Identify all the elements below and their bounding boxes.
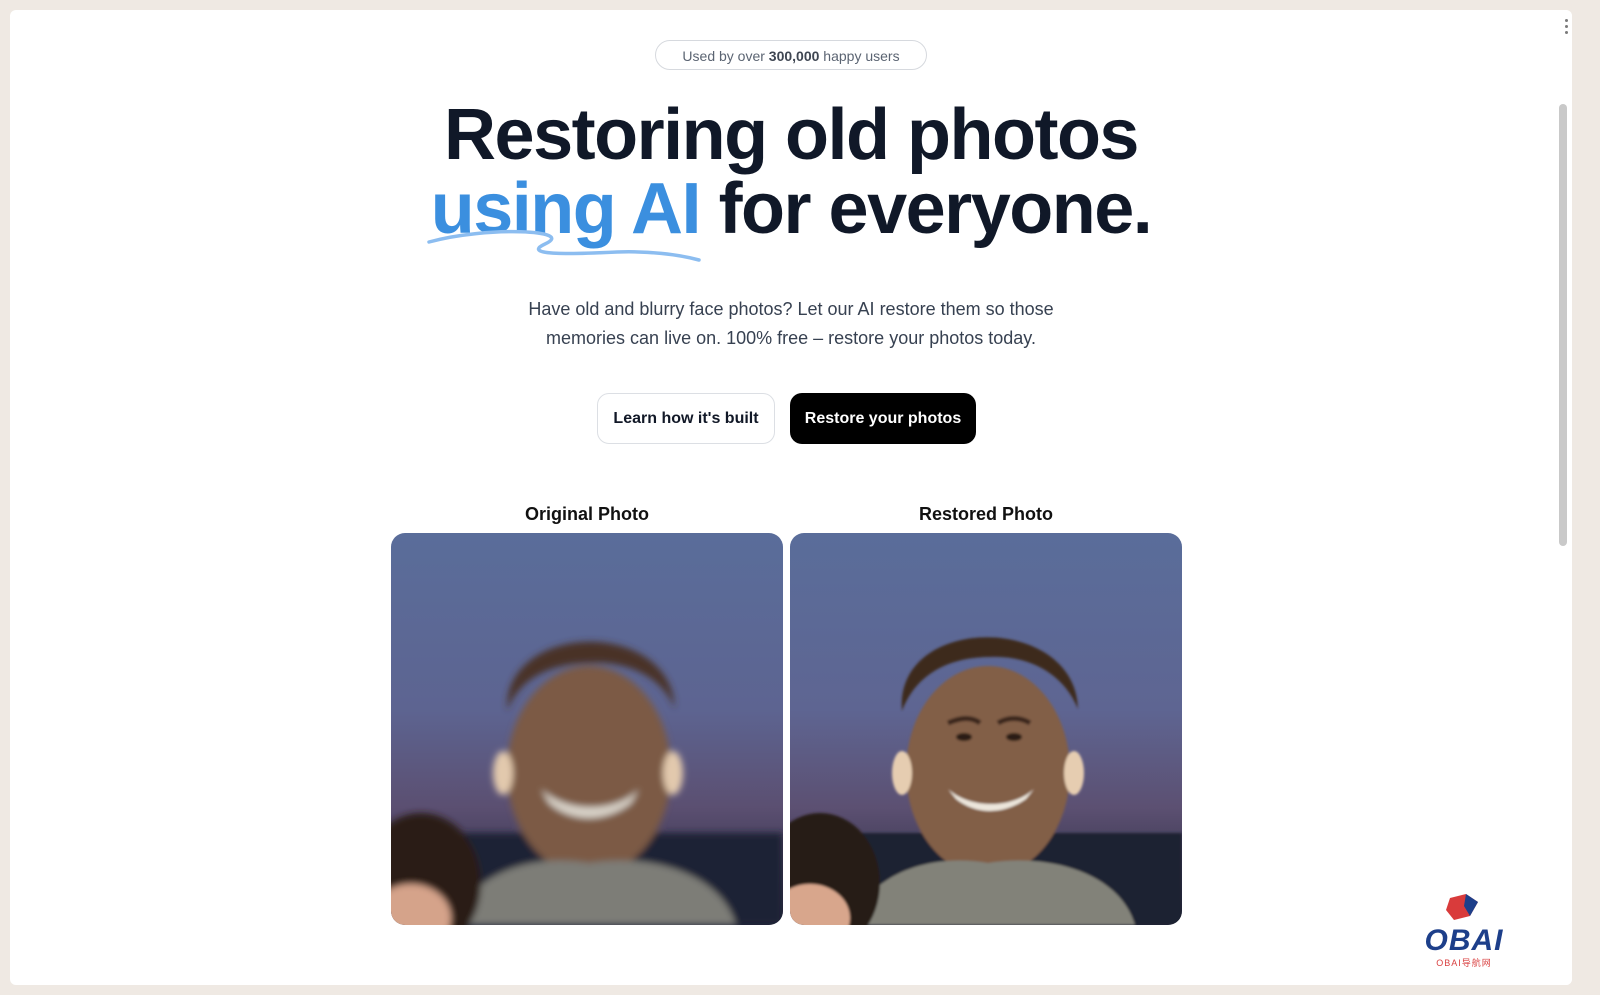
headline-accent-wrap: using AI xyxy=(426,168,702,262)
restored-photo xyxy=(790,533,1182,925)
original-photo xyxy=(391,533,783,925)
watermark-logo: OBAI OBAI导航网 xyxy=(1367,886,1567,976)
restore-photos-button[interactable]: Restore your photos xyxy=(790,393,976,444)
headline-rest: for everyone. xyxy=(700,169,1153,249)
headline-line-1: Restoring old photos xyxy=(444,95,1139,175)
headline-accent: using AI xyxy=(430,169,702,249)
badge-suffix: happy users xyxy=(819,48,900,64)
vertical-scrollbar[interactable] xyxy=(1544,10,1572,985)
watermark-brand: OBAI xyxy=(1424,924,1504,957)
learn-how-button[interactable]: Learn how it's built xyxy=(597,393,775,444)
original-photo-label: Original Photo xyxy=(525,504,649,524)
badge-count: 300,000 xyxy=(768,48,820,64)
badge-prefix: Used by over xyxy=(682,48,769,64)
user-count-badge: Used by over 300,000 happy users xyxy=(655,40,927,70)
cube-logo-icon xyxy=(1446,894,1478,920)
restored-photo-label: Restored Photo xyxy=(918,504,1053,524)
browser-window: Used by over 300,000 happy users Restori… xyxy=(10,10,1572,985)
hero-subtitle: Have old and blurry face photos? Let our… xyxy=(528,299,1054,348)
more-options-icon[interactable] xyxy=(1560,16,1572,42)
scrollbar-thumb[interactable] xyxy=(1559,104,1567,546)
watermark-tagline: OBAI导航网 xyxy=(1436,958,1492,968)
headline-line-2: using AI for everyone. xyxy=(10,168,1572,262)
